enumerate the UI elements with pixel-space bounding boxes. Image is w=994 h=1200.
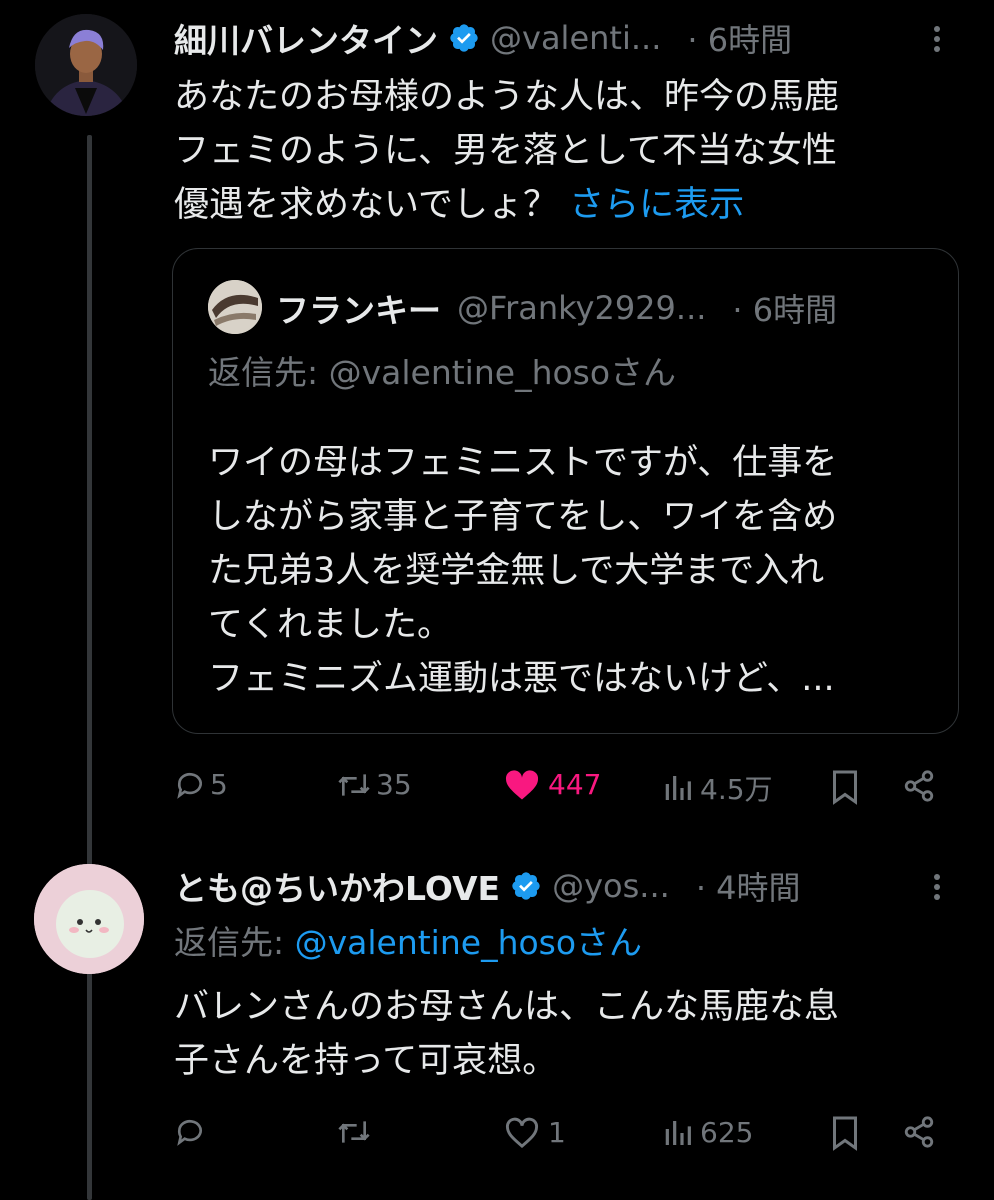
- quoted-text-line: た兄弟3人を奨学金無しで大学まで入れ: [208, 551, 825, 591]
- show-more-link[interactable]: さらに表示: [569, 185, 744, 225]
- share-icon: [904, 1116, 934, 1148]
- views-icon: [665, 1120, 691, 1145]
- tweet-text-line: あなたのお母様のような人は、昨今の馬鹿: [174, 77, 840, 117]
- author-name[interactable]: とも@ちいかわLOVE: [174, 862, 500, 910]
- quoted-timestamp: · 6時間: [732, 291, 838, 329]
- timestamp[interactable]: · 6時間: [687, 15, 792, 61]
- reply-count: 5: [210, 768, 228, 801]
- reply-button[interactable]: 5: [174, 768, 228, 801]
- reply-to: 返信先: @valentine_hosoさん: [174, 916, 642, 970]
- quoted-reply-to: 返信先: @valentine_hosoさん: [208, 353, 677, 392]
- timestamp[interactable]: · 4時間: [696, 863, 801, 909]
- bookmark-button[interactable]: [830, 1114, 860, 1152]
- repost-button[interactable]: [336, 1116, 376, 1148]
- more-icon[interactable]: [934, 870, 942, 904]
- views-count: 4.5万: [700, 773, 773, 806]
- like-icon: [505, 769, 539, 800]
- share-button[interactable]: [902, 1114, 936, 1150]
- quoted-text-line: ワイの母はフェミニストですが、仕事を: [208, 443, 838, 483]
- avatar[interactable]: [34, 864, 144, 974]
- reply-icon: [177, 1119, 202, 1146]
- quoted-text-line: てくれました。: [208, 605, 452, 645]
- tweet-text-line: 子さんを持って可哀想。: [174, 1041, 558, 1081]
- tweet-text: バレンさんのお母さんは、こんな馬鹿な息 子さんを持って可哀想。: [174, 980, 839, 1088]
- repost-icon: [338, 773, 370, 796]
- share-button[interactable]: [902, 768, 936, 804]
- quoted-tweet-text: ワイの母はフェミニストですが、仕事を しながら家事と子育てをし、ワイを含め た兄…: [208, 436, 837, 706]
- thread-connector-line: [87, 135, 92, 1200]
- like-count: 1: [548, 1116, 566, 1149]
- share-icon: [904, 770, 934, 802]
- repost-icon: [338, 1121, 370, 1143]
- author-name[interactable]: 細川バレンタイン: [174, 14, 438, 62]
- verified-badge-icon: [450, 24, 478, 52]
- like-count: 447: [548, 768, 602, 801]
- verified-badge-icon: [512, 872, 540, 900]
- like-button[interactable]: 1: [504, 1116, 566, 1149]
- repost-count: 35: [376, 768, 412, 801]
- tweet-header: とも@ちいかわLOVE @yos... · 4時間: [174, 862, 801, 910]
- quoted-author-handle: @Franky2929...: [457, 289, 707, 327]
- quoted-text-line: フェミニズム運動は悪ではないけど、...: [208, 659, 835, 699]
- views-button[interactable]: 625: [662, 1116, 753, 1149]
- views-count: 625: [700, 1116, 754, 1149]
- quoted-text-line: しながら家事と子育てをし、ワイを含め: [208, 497, 838, 537]
- views-icon: [665, 776, 691, 800]
- reply-to-handle[interactable]: @valentine_hosoさん: [295, 923, 642, 962]
- bookmark-icon: [833, 1116, 857, 1151]
- tweet-text: あなたのお母様のような人は、昨今の馬鹿 フェミのように、男を落として不当な女性 …: [174, 70, 839, 232]
- quoted-avatar[interactable]: [208, 280, 262, 334]
- tweet-text-line: バレンさんのお母さんは、こんな馬鹿な息: [174, 987, 840, 1027]
- reply-icon: [177, 772, 202, 799]
- avatar[interactable]: [35, 14, 137, 116]
- author-handle[interactable]: @valenti...: [490, 19, 661, 57]
- bookmark-button[interactable]: [830, 768, 860, 806]
- like-icon: [505, 1117, 539, 1148]
- author-handle[interactable]: @yos...: [552, 867, 670, 905]
- tweet-header: 細川バレンタイン @valenti... · 6時間: [174, 14, 792, 62]
- views-button[interactable]: 4.5万: [662, 768, 773, 808]
- reply-to-prefix: 返信先:: [174, 923, 295, 962]
- like-button[interactable]: 447: [504, 768, 601, 801]
- quoted-author-name: フランキー: [276, 291, 441, 330]
- more-icon[interactable]: [934, 22, 942, 56]
- bookmark-icon: [833, 770, 857, 805]
- quoted-tweet-header: フランキー @Franky2929... · 6時間: [276, 284, 837, 332]
- reply-button[interactable]: [174, 1116, 210, 1148]
- repost-button[interactable]: 35: [336, 768, 412, 801]
- tweet-text-line: フェミのように、男を落として不当な女性: [174, 131, 837, 171]
- tweet-text-line: 優遇を求めないでしょ？: [174, 185, 570, 225]
